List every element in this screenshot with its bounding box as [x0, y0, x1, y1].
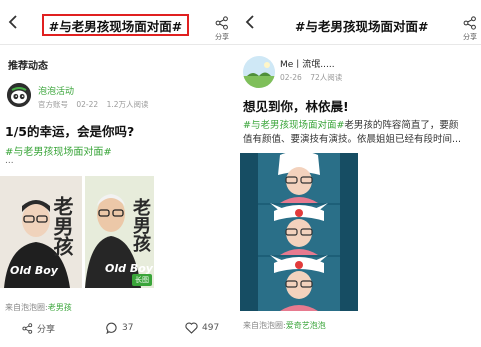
topic-title: #与老男孩现场面对面# — [42, 14, 189, 36]
post-image-stack[interactable] — [240, 153, 358, 311]
left-nav-bar: #与老男孩现场面对面# 分享 — [0, 0, 237, 45]
like-count: 497 — [202, 323, 220, 333]
poster-right-text: 老男孩 — [130, 198, 151, 252]
action-bar: 分享 37 497 — [0, 318, 237, 342]
from-prefix: 来自泡泡圈: — [243, 321, 286, 330]
post-body[interactable]: #与老男孩现场面对面#老男孩的阵容简直了，要颜 值有颜值、要演技有演技。依晨姐姐… — [243, 119, 477, 147]
back-arrow-icon[interactable] — [241, 12, 261, 32]
right-screen: #与老男孩现场面对面# 分享 Me丨流氓..... 02-26 72人阅读 想见… — [237, 0, 481, 347]
share-label: 分享 — [463, 33, 477, 41]
poster-left-image[interactable]: 老男孩 Old Boy — [0, 176, 82, 288]
from-circle: 来自泡泡圈:爱奇艺泡泡 — [243, 320, 326, 331]
post-date: 02-26 — [280, 73, 302, 82]
official-badge: 官方账号 — [38, 100, 68, 109]
share-icon — [463, 16, 476, 30]
post-date: 02-22 — [76, 100, 99, 109]
post-body-line2: 值有颜值、要演技有演技。依晨姐姐已经有段时间... — [243, 134, 462, 145]
comment-action[interactable]: 37 — [106, 322, 133, 334]
from-circle: 来自泡泡圈:老男孩 — [5, 302, 72, 313]
right-nav-bar: #与老男孩现场面对面# 分享 — [237, 0, 481, 45]
like-heart-icon — [185, 322, 198, 334]
comment-count: 37 — [122, 323, 134, 333]
section-title: 推荐动态 — [8, 61, 48, 72]
from-circle-link[interactable]: 老男孩 — [48, 303, 72, 312]
share-icon — [22, 323, 33, 334]
share-label: 分享 — [215, 33, 229, 41]
author-name[interactable]: 泡泡活动 — [38, 84, 74, 97]
post-body-line1: 老男孩的阵容简直了，要颜 — [344, 120, 459, 131]
poster-right-image[interactable]: 老男孩 Old Boy 长图 — [85, 176, 154, 288]
author-avatar[interactable] — [243, 56, 275, 88]
comment-icon — [106, 322, 117, 334]
share-button[interactable]: 分享 — [457, 16, 481, 42]
share-action[interactable]: 分享 — [22, 322, 55, 335]
topic-title: #与老男孩现场面对面# — [295, 19, 429, 34]
share-icon — [215, 16, 228, 30]
share-action-label: 分享 — [37, 325, 56, 335]
left-screen: #与老男孩现场面对面# 分享 推荐动态 泡泡活动 官方账号 02-22 1.2万… — [0, 0, 238, 347]
post-ellipsis: ... — [5, 156, 14, 166]
share-button[interactable]: 分享 — [209, 16, 235, 42]
post-hashtag[interactable]: #与老男孩现场面对面# — [5, 143, 112, 158]
screenshot-stage: #与老男孩现场面对面# 分享 推荐动态 泡泡活动 官方账号 02-22 1.2万… — [0, 0, 481, 347]
author-meta: 官方账号 02-22 1.2万人阅读 — [38, 99, 155, 110]
long-image-badge: 长图 — [132, 274, 152, 286]
post-title[interactable]: 1/5的幸运，会是你吗? — [5, 121, 134, 140]
from-prefix: 来自泡泡圈: — [5, 303, 48, 312]
back-arrow-icon[interactable] — [4, 12, 24, 32]
like-action[interactable]: 497 — [185, 322, 219, 334]
poster-left-text: 老男孩 — [50, 196, 74, 256]
author-avatar[interactable] — [7, 83, 31, 107]
read-count: 1.2万人阅读 — [106, 100, 149, 109]
post-title[interactable]: 想见到你，林依晨! — [243, 96, 349, 115]
author-meta: 02-26 72人阅读 — [280, 72, 348, 83]
poster-left-brand: Old Boy — [10, 264, 58, 277]
read-count: 72人阅读 — [310, 73, 343, 82]
from-circle-link[interactable]: 爱奇艺泡泡 — [286, 321, 326, 330]
post-hashtag[interactable]: #与老男孩现场面对面# — [243, 120, 344, 131]
author-name[interactable]: Me丨流氓..... — [280, 57, 335, 70]
